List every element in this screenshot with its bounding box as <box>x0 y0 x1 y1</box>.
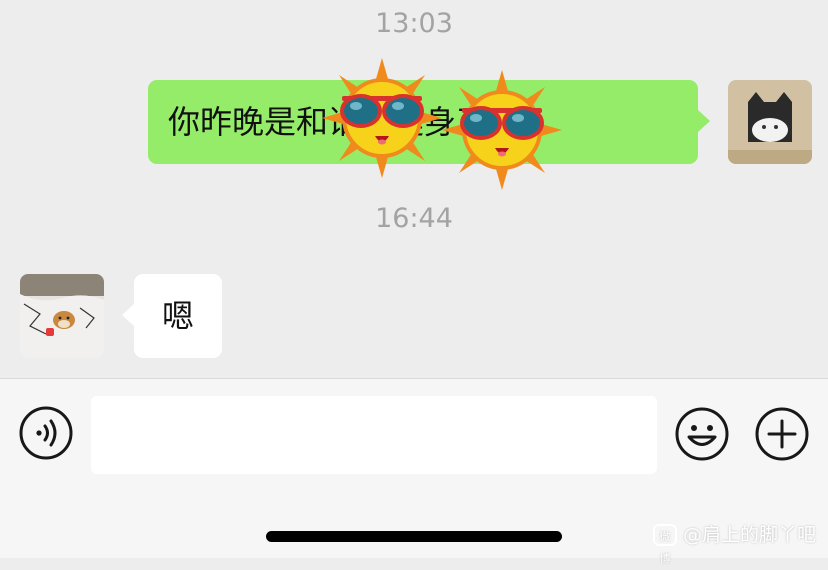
timestamp: 13:03 <box>375 8 453 39</box>
home-indicator[interactable] <box>266 531 562 542</box>
watermark-text: @肩上的脚丫吧 <box>682 524 816 546</box>
message-text: 嗯 <box>161 297 194 335</box>
incoming-message-bubble[interactable]: 嗯 <box>122 274 222 358</box>
cat-box-avatar-image <box>728 80 812 164</box>
sun-sunglasses-sticker <box>442 70 562 190</box>
my-avatar[interactable] <box>728 80 812 164</box>
message-input[interactable] <box>91 396 657 474</box>
emoji-icon[interactable] <box>674 406 730 462</box>
watermark: 微博 @肩上的脚丫吧 <box>652 522 816 565</box>
weibo-badge: 微博 <box>652 524 677 565</box>
chat-area: 13:03 你昨晚是和谁去健身了吗 <box>0 0 828 378</box>
contact-avatar[interactable] <box>20 274 104 358</box>
sun-sunglasses-sticker <box>322 58 442 178</box>
dog-avatar-image <box>20 274 104 358</box>
input-bar: 微博 @肩上的脚丫吧 <box>0 378 828 565</box>
plus-icon[interactable] <box>754 406 810 462</box>
timestamp: 16:44 <box>375 203 453 234</box>
voice-icon[interactable] <box>18 405 74 461</box>
